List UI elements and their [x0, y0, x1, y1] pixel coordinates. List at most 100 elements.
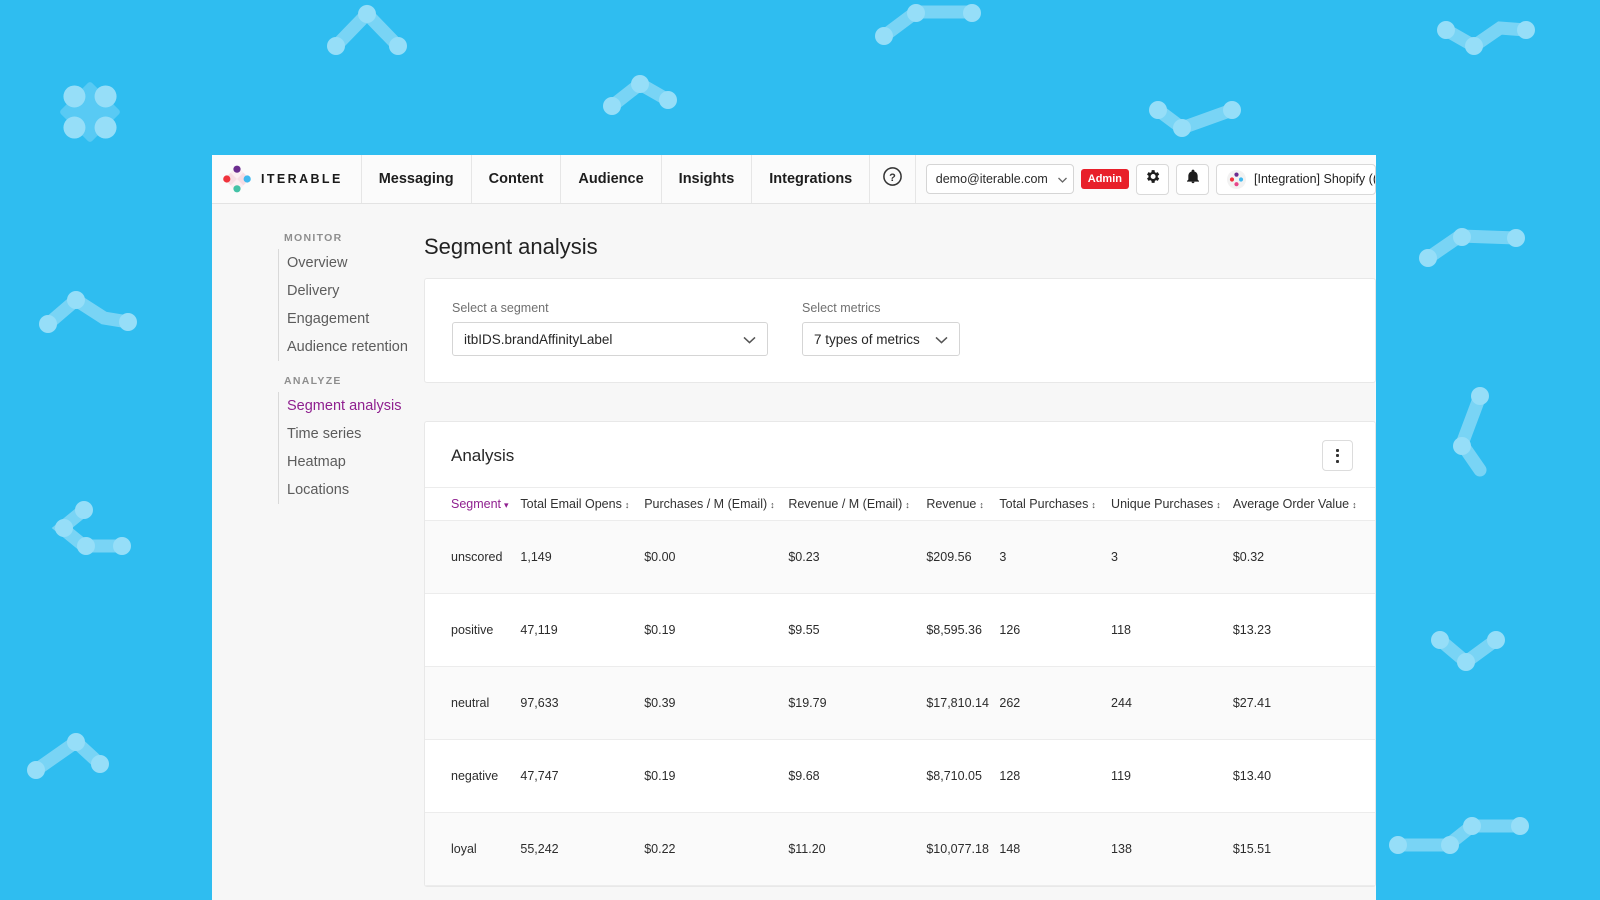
nav-item-integrations[interactable]: Integrations: [752, 155, 871, 203]
sidebar-item-label: Delivery: [287, 283, 340, 299]
sort-updown-icon: ↕: [1352, 500, 1357, 510]
sidebar-item-segment-analysis[interactable]: Segment analysis: [279, 392, 424, 420]
sidebar-item-audience-retention[interactable]: Audience retention: [279, 333, 424, 361]
cell-value: 47,119: [520, 593, 645, 667]
table-row[interactable]: loyal 55,242 $0.22 $11.20 $10,077.18 148 138 $1…: [425, 812, 1375, 886]
cell-value: $0.22: [644, 812, 789, 886]
column-header-purchases-m-email[interactable]: Purchases / M (Email) ↕: [644, 487, 789, 521]
nav-item-label: Integrations: [769, 171, 853, 187]
metrics-select[interactable]: 7 types of metrics: [802, 322, 960, 356]
cell-value: $13.23: [1232, 593, 1375, 667]
cell-value: $0.32: [1232, 520, 1375, 594]
column-header-label: Segment: [451, 497, 502, 511]
cell-value: 138: [1111, 812, 1233, 886]
cell-value: 3: [999, 520, 1112, 594]
sort-updown-icon: ↕: [624, 500, 630, 510]
cell-value: 128: [999, 739, 1112, 813]
kebab-menu-icon[interactable]: [1322, 440, 1353, 471]
account-selector[interactable]: demo@iterable.com: [925, 164, 1074, 194]
cell-value: 3: [1111, 520, 1233, 594]
column-header-segment[interactable]: Segment ▾: [425, 487, 521, 521]
column-header-label: Revenue: [926, 497, 977, 511]
cell-value: $17,810.14: [926, 666, 1000, 740]
cell-value: $13.40: [1232, 739, 1375, 813]
segment-select-value: itbIDS.brandAffinityLabel: [464, 331, 613, 347]
sidebar-item-heatmap[interactable]: Heatmap: [279, 448, 424, 476]
sidebar-item-time-series[interactable]: Time series: [279, 420, 424, 448]
cell-segment: negative: [425, 739, 521, 813]
column-header-unique-purchases[interactable]: Unique Purchases ↕: [1111, 487, 1233, 521]
page-title: Segment analysis: [424, 234, 598, 259]
sidebar-item-overview[interactable]: Overview: [279, 249, 424, 277]
column-header-revenue[interactable]: Revenue ↕: [926, 487, 1000, 521]
table-row[interactable]: positive 47,119 $0.19 $9.55 $8,595.36 126 118 $…: [425, 593, 1375, 667]
brand-logo[interactable]: ITERABLE: [212, 155, 362, 203]
sidebar-item-label: Segment analysis: [287, 398, 402, 414]
segment-filter: Select a segment itbIDS.brandAffinityLab…: [452, 301, 768, 356]
column-header-total-purchases[interactable]: Total Purchases ↕: [999, 487, 1112, 521]
sidebar-item-engagement[interactable]: Engagement: [279, 305, 424, 333]
main-content: Segment analysis Select a segment itbIDS…: [424, 204, 1376, 900]
chevron-down-icon: [743, 332, 756, 347]
filters-card: Select a segment itbIDS.brandAffinityLab…: [424, 278, 1376, 383]
brand-wordmark: ITERABLE: [261, 172, 343, 186]
column-header-label: Average Order Value: [1232, 497, 1350, 511]
gear-icon: [1144, 168, 1161, 190]
cell-value: 1,149: [520, 520, 645, 594]
cell-value: 118: [1111, 593, 1233, 667]
top-navigation-bar: ITERABLE Messaging Content Audience Insi…: [212, 155, 1376, 204]
metrics-filter-label: Select metrics: [802, 301, 881, 315]
sidebar-item-label: Heatmap: [287, 454, 346, 470]
segment-select[interactable]: itbIDS.brandAffinityLabel: [452, 322, 768, 356]
analysis-card-header: Analysis: [425, 422, 1375, 487]
cell-value: 55,242: [520, 812, 645, 886]
notifications-button[interactable]: [1176, 163, 1209, 195]
cell-value: $0.19: [644, 593, 789, 667]
segment-filter-label: Select a segment: [452, 301, 549, 315]
nav-item-label: Audience: [578, 171, 644, 187]
table-row[interactable]: negative 47,747 $0.19 $9.68 $8,710.05 128 119 $…: [425, 739, 1375, 813]
chevron-down-icon: [1057, 172, 1067, 186]
sidebar-item-delivery[interactable]: Delivery: [279, 277, 424, 305]
column-header-label: Unique Purchases: [1111, 497, 1214, 511]
nav-item-insights[interactable]: Insights: [662, 155, 753, 203]
analysis-table-header: Segment ▾ Total Email Opens ↕ Purchases / M …: [425, 487, 1375, 521]
column-header-label: Total Purchases: [999, 497, 1089, 511]
iterable-diamond-logo-icon: [222, 164, 252, 194]
nav-item-messaging[interactable]: Messaging: [362, 155, 472, 203]
cell-segment: unscored: [425, 520, 521, 594]
nav-right-controls: demo@iterable.com Admin [Integration] Sh…: [925, 155, 1376, 203]
column-header-revenue-m-email[interactable]: Revenue / M (Email) ↕: [788, 487, 927, 521]
metrics-filter: Select metrics 7 types of metrics: [802, 301, 960, 356]
nav-item-label: Messaging: [378, 171, 454, 187]
column-header-total-email-opens[interactable]: Total Email Opens ↕: [520, 487, 645, 521]
cell-value: $0.19: [644, 739, 789, 813]
sidebar-item-label: Time series: [287, 426, 362, 442]
app-window: ITERABLE Messaging Content Audience Insi…: [212, 155, 1376, 900]
cell-value: 97,633: [520, 666, 645, 740]
sort-updown-icon: ↕: [770, 500, 775, 510]
integration-chip-label: [Integration] Shopify ((: [1254, 172, 1376, 186]
column-header-average-order-value[interactable]: Average Order Value ↕: [1232, 487, 1375, 521]
nav-item-audience[interactable]: Audience: [561, 155, 662, 203]
table-row[interactable]: neutral 97,633 $0.39 $19.79 $17,810.14 262 244…: [425, 666, 1375, 740]
sidebar-item-label: Engagement: [287, 311, 370, 327]
sidebar-item-label: Audience retention: [287, 339, 408, 355]
cell-value: $8,710.05: [926, 739, 1000, 813]
cell-segment: neutral: [425, 666, 521, 740]
account-email-label: demo@iterable.com: [935, 172, 1048, 186]
table-row[interactable]: unscored 1,149 $0.00 $0.23 $209.56 3 3 $0.32: [425, 520, 1375, 594]
cell-value: $9.55: [788, 593, 927, 667]
nav-item-label: Content: [488, 171, 544, 187]
cell-value: $27.41: [1232, 666, 1375, 740]
help-button[interactable]: ?: [870, 155, 917, 203]
cell-value: $0.23: [788, 520, 927, 594]
settings-button[interactable]: [1136, 163, 1169, 195]
metrics-select-value: 7 types of metrics: [814, 331, 920, 347]
integration-project-chip[interactable]: [Integration] Shopify ((: [1216, 163, 1376, 195]
cell-value: 119: [1111, 739, 1233, 813]
sidebar-item-locations[interactable]: Locations: [279, 476, 424, 504]
sort-updown-icon: ↕: [979, 500, 984, 510]
sidebar-item-label: Overview: [287, 255, 348, 271]
nav-item-content[interactable]: Content: [472, 155, 562, 203]
